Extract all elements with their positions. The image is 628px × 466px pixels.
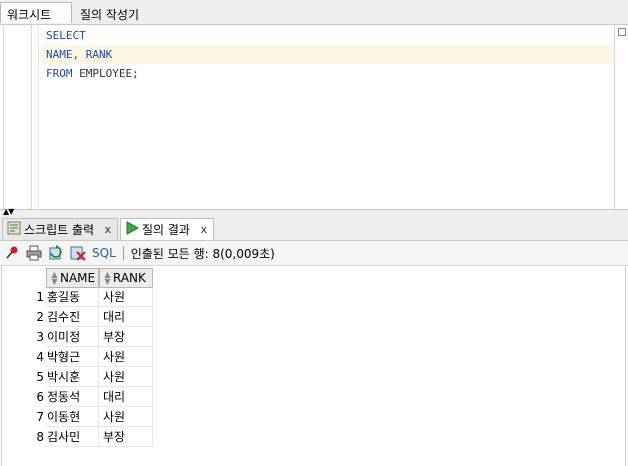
cell-name[interactable]: 김수진	[46, 307, 99, 327]
tab-query-builder[interactable]: 질의 작성기	[80, 6, 139, 23]
row-number: 1	[36, 290, 44, 304]
tab-query-builder-label: 질의 작성기	[80, 8, 140, 22]
grid-border-right	[625, 266, 626, 466]
row-number: 2	[36, 310, 44, 324]
row-number: 7	[36, 410, 44, 424]
cell-name[interactable]: 박형근	[46, 347, 99, 367]
sort-arrows-icon[interactable]: ▲ ▼	[103, 271, 112, 286]
code-line-1[interactable]: SELECT	[42, 26, 614, 45]
code-identifier: EMPLOYEE;	[72, 67, 139, 80]
cell-rank[interactable]: 사원	[99, 347, 153, 367]
code-keyword: NAME, RANK	[46, 48, 113, 61]
editor-gutter	[4, 25, 32, 209]
row-number: 3	[36, 330, 44, 344]
panel-splitter[interactable]	[0, 209, 628, 216]
code-area[interactable]: SELECT NAME, RANK FROM EMPLOYEE;	[42, 25, 614, 209]
row-number: 4	[36, 350, 44, 364]
tab-query-result[interactable]: 질의 결과 x	[120, 218, 214, 240]
table-row[interactable]: 7 이동현 사원	[0, 407, 153, 427]
cell-rank[interactable]: 대리	[99, 307, 153, 327]
row-number: 6	[36, 390, 44, 404]
cell-name[interactable]: 이미정	[46, 327, 99, 347]
splitter-arrows-icon[interactable]: ▲▼	[3, 208, 14, 216]
code-line-2[interactable]: NAME, RANK	[42, 45, 614, 64]
cell-name[interactable]: 박시훈	[46, 367, 99, 387]
close-icon[interactable]: x	[200, 223, 207, 236]
cell-name[interactable]: 홍길동	[46, 287, 99, 307]
table-row[interactable]: 5 박시훈 사원	[0, 367, 153, 387]
cell-name[interactable]: 이동현	[46, 407, 99, 427]
cell-name[interactable]: 정동석	[46, 387, 99, 407]
table-row[interactable]: 3 이미정 부장	[0, 327, 153, 347]
column-header-name[interactable]: ▲ ▼ NAME	[46, 268, 99, 288]
sql-editor[interactable]: SELECT NAME, RANK FROM EMPLOYEE;	[0, 25, 628, 209]
code-keyword: FROM	[46, 67, 73, 80]
run-triangle-icon	[125, 221, 140, 238]
editor-margin-line	[38, 25, 39, 209]
script-output-icon	[7, 221, 21, 238]
table-row[interactable]: 2 김수진 대리	[0, 307, 153, 327]
close-icon[interactable]: x	[104, 223, 111, 236]
column-header-label: NAME	[60, 271, 96, 285]
pin-icon[interactable]	[2, 243, 22, 263]
fetch-status-text: 인출된 모든 행: 8(0,009초)	[130, 246, 275, 261]
cell-rank[interactable]: 사원	[99, 287, 153, 307]
sql-button[interactable]: SQL	[92, 246, 116, 260]
row-number: 5	[36, 370, 44, 384]
result-grid[interactable]: ▲ ▼ NAME ▲ ▼ RANK 1 홍길동 사원 2 김수진 대리 3 이미정 …	[0, 266, 628, 466]
table-row[interactable]: 6 정동석 대리	[0, 387, 153, 407]
tab-script-output-label: 스크립트 출력	[24, 223, 95, 237]
print-icon[interactable]	[24, 243, 44, 263]
column-header-label: RANK	[113, 271, 146, 285]
code-keyword: SELECT	[46, 29, 86, 42]
cell-rank[interactable]: 부장	[99, 327, 153, 347]
column-header-rank[interactable]: ▲ ▼ RANK	[99, 268, 153, 288]
delete-icon[interactable]	[68, 243, 88, 263]
cell-name[interactable]: 김사민	[46, 427, 99, 447]
tab-worksheet-label: 워크시트	[7, 8, 52, 22]
sort-arrows-icon[interactable]: ▲ ▼	[50, 271, 59, 286]
tab-query-result-label: 질의 결과	[142, 223, 190, 237]
table-row[interactable]: 4 박형근 사원	[0, 347, 153, 367]
table-row[interactable]: 8 김사민 부장	[0, 427, 153, 447]
editor-vertical-scrollbar[interactable]	[614, 25, 628, 209]
toolbar-separator	[122, 246, 124, 260]
scroll-corner-box[interactable]	[618, 28, 626, 36]
row-number: 8	[36, 430, 44, 444]
tab-script-output[interactable]: 스크립트 출력 x	[2, 218, 118, 240]
cell-rank[interactable]: 부장	[99, 427, 153, 447]
tab-worksheet[interactable]: 워크시트	[0, 2, 72, 23]
refresh-icon[interactable]	[46, 243, 66, 263]
result-toolbar: SQL 인출된 모든 행: 8(0,009초)	[0, 241, 628, 266]
table-row[interactable]: 1 홍길동 사원	[0, 287, 153, 307]
cell-rank[interactable]: 사원	[99, 407, 153, 427]
cell-rank[interactable]: 대리	[99, 387, 153, 407]
result-tab-bar: 스크립트 출력 x 질의 결과 x	[0, 216, 628, 241]
cell-rank[interactable]: 사원	[99, 367, 153, 387]
top-tab-bar: 워크시트 질의 작성기	[0, 0, 628, 25]
code-line-3[interactable]: FROM EMPLOYEE;	[42, 64, 614, 83]
